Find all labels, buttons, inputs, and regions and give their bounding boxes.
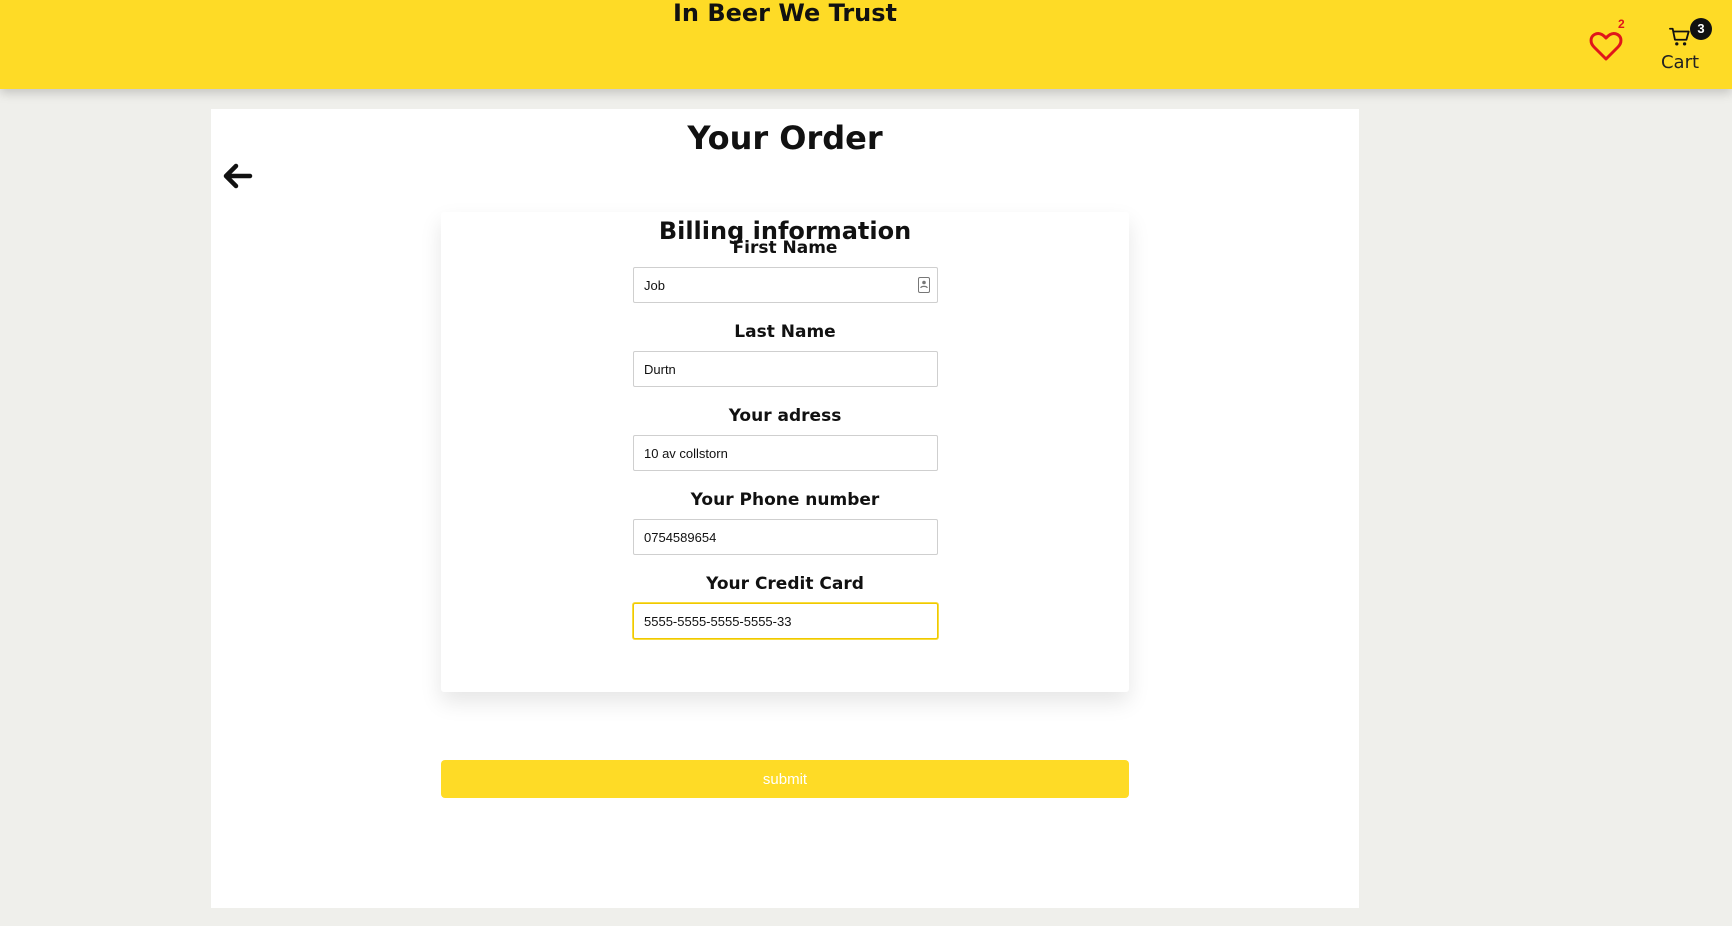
phone-field[interactable] [633, 519, 938, 555]
address-field[interactable] [633, 435, 938, 471]
back-button[interactable] [221, 159, 255, 193]
heart-icon [1589, 32, 1623, 61]
billing-form: Billing information First Name Last Name… [441, 212, 1129, 798]
autofill-contact-icon[interactable] [918, 277, 930, 293]
credit-card-field[interactable] [633, 603, 938, 639]
last-name-field[interactable] [633, 351, 938, 387]
cart-icon [1669, 27, 1690, 46]
order-panel: Your Order Billing information First Nam… [211, 109, 1359, 908]
page-title: Your Order [687, 119, 883, 157]
credit-card-label: Your Credit Card [706, 574, 864, 594]
back-arrow-icon [223, 163, 253, 189]
first-name-label: First Name [732, 238, 838, 258]
last-name-label: Last Name [734, 322, 836, 342]
site-header: In Beer We Trust 2 Cart 3 [0, 0, 1732, 89]
cart-label: Cart [1660, 52, 1700, 73]
favorites-count: 2 [1618, 17, 1625, 31]
site-title: In Beer We Trust [672, 0, 898, 27]
cart-count-badge: 3 [1690, 18, 1712, 40]
first-name-field[interactable] [633, 267, 938, 303]
address-label: Your adress [728, 406, 842, 426]
favorites-button[interactable] [1586, 26, 1626, 66]
submit-button[interactable]: submit [441, 760, 1129, 798]
phone-label: Your Phone number [690, 490, 880, 510]
